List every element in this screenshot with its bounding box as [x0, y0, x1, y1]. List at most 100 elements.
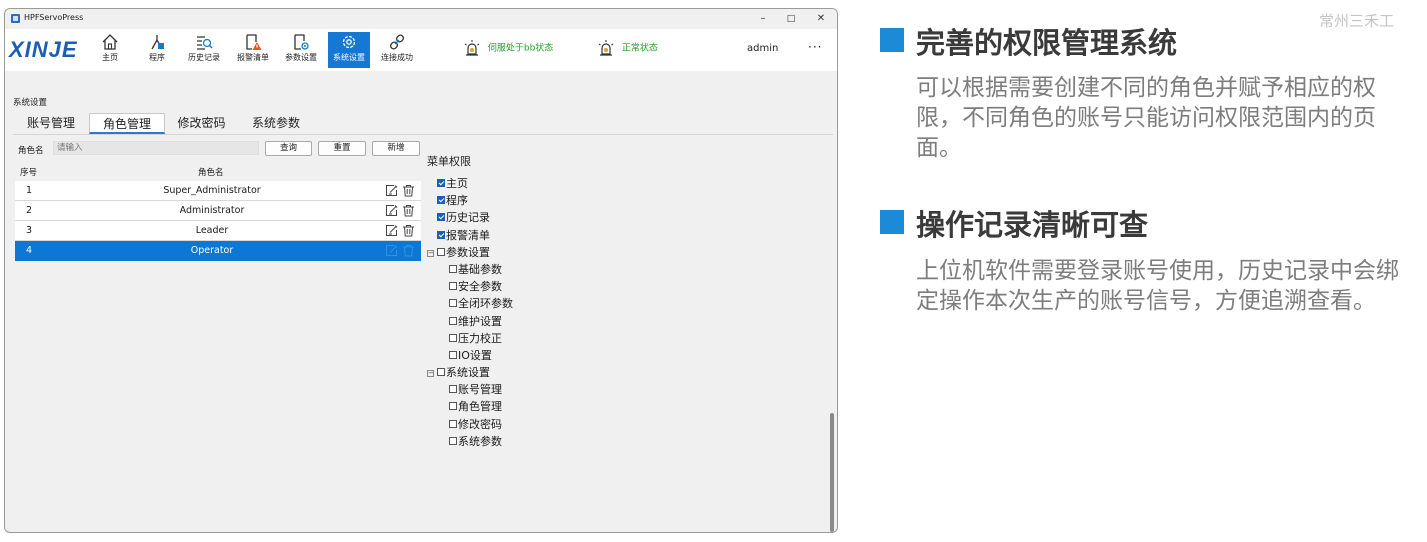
row-role-name: Super_Administrator [163, 185, 261, 196]
tab-change-password[interactable]: 修改密码 [165, 113, 238, 134]
checkbox[interactable] [437, 368, 445, 377]
checkbox[interactable] [449, 316, 457, 325]
toolbar: XINJE 主页 程序 历史记录 报警清单 参数设置 系统设置 连接成功 伺服处… [5, 29, 837, 71]
perm-label: 修改密码 [458, 417, 502, 431]
checkbox[interactable] [449, 282, 457, 291]
minimize-button[interactable]: – [749, 11, 777, 27]
perm-label: 报警清单 [446, 228, 490, 242]
perm-item-alarm-list[interactable]: 报警清单 [427, 227, 727, 244]
delete-icon[interactable] [402, 184, 415, 197]
perm-item-closed-loop-params[interactable]: 全闭环参数 [427, 295, 727, 312]
edit-icon[interactable] [385, 244, 398, 257]
row-actions [385, 244, 419, 257]
table-row-selected[interactable]: 4 Operator [15, 241, 421, 261]
tab-system-parameters[interactable]: 系统参数 [238, 113, 314, 134]
delete-icon[interactable] [402, 224, 415, 237]
role-name-label: 角色名 [18, 146, 44, 156]
servo-beacon-icon [464, 40, 480, 56]
delete-icon[interactable] [402, 244, 415, 257]
reset-button[interactable]: 重置 [318, 141, 366, 156]
perm-item-home[interactable]: 主页 [427, 175, 727, 192]
perm-group-parameters[interactable]: − 参数设置 [427, 244, 727, 261]
table-row[interactable]: 3 Leader [15, 221, 421, 241]
checkbox[interactable] [449, 333, 457, 342]
add-role-button[interactable]: 新增 [372, 141, 420, 156]
perm-label: 维护设置 [458, 314, 502, 328]
current-user[interactable]: admin [747, 43, 778, 54]
toolbar-system-settings-label: 系统设置 [333, 53, 365, 62]
perm-item-safety-params[interactable]: 安全参数 [427, 278, 727, 295]
machine-status-text: 正常状态 [621, 43, 658, 54]
toolbar-history-label: 历史记录 [188, 53, 220, 62]
toolbar-system-settings-button[interactable]: 系统设置 [328, 32, 370, 68]
checkbox[interactable] [449, 264, 457, 273]
vertical-scrollbar[interactable] [830, 413, 834, 532]
checkbox[interactable] [437, 247, 445, 256]
perm-item-program[interactable]: 程序 [427, 192, 727, 209]
perm-item-pressure-calibration[interactable]: 压力校正 [427, 330, 727, 347]
role-name-input[interactable] [53, 141, 259, 155]
perm-group-system-settings[interactable]: − 系统设置 [427, 364, 727, 381]
toolbar-history-button[interactable]: 历史记录 [183, 32, 225, 68]
perm-item-basic-params[interactable]: 基础参数 [427, 261, 727, 278]
app-window: HPFServoPress – □ ✕ XINJE 主页 程序 历史记录 报警清… [4, 8, 838, 533]
perm-item-system-params[interactable]: 系统参数 [427, 433, 727, 450]
checkbox-checked[interactable] [437, 179, 445, 187]
checkbox[interactable] [449, 402, 457, 411]
checkbox[interactable] [449, 385, 457, 394]
perm-label: 全闭环参数 [458, 297, 513, 311]
perm-label: 程序 [446, 194, 468, 208]
tab-role-management[interactable]: 角色管理 [89, 113, 165, 134]
checkbox[interactable] [449, 436, 457, 445]
perm-label: 角色管理 [458, 400, 502, 414]
close-button[interactable]: ✕ [807, 11, 835, 27]
section-body-operation-records: 上位机软件需要登录账号使用，历史记录中会绑定操作本次生产的账号信号，方便追溯查看… [916, 258, 1399, 314]
checkbox[interactable] [449, 350, 457, 359]
table-row[interactable]: 2 Administrator [15, 201, 421, 221]
app-icon [11, 14, 20, 23]
edit-icon[interactable] [385, 184, 398, 197]
edit-icon[interactable] [385, 224, 398, 237]
tab-account-management[interactable]: 账号管理 [13, 113, 89, 134]
perm-item-history[interactable]: 历史记录 [427, 209, 727, 226]
checkbox-checked[interactable] [437, 213, 445, 222]
toolbar-program-button[interactable]: 程序 [136, 32, 178, 68]
perm-label: IO设置 [458, 348, 492, 362]
perm-label: 历史记录 [446, 211, 490, 225]
perm-item-io-settings[interactable]: IO设置 [427, 347, 727, 364]
perm-label: 主页 [446, 177, 468, 190]
checkbox-checked[interactable] [437, 230, 445, 239]
column-header-no: 序号 [20, 168, 38, 178]
machine-status: 正常状态 [597, 39, 658, 59]
checkbox-checked[interactable] [437, 196, 445, 205]
toolbar-home-button[interactable]: 主页 [89, 32, 131, 68]
checkbox[interactable] [449, 299, 457, 308]
maximize-button[interactable]: □ [777, 11, 805, 27]
delete-icon[interactable] [402, 204, 415, 217]
toolbar-connection-button[interactable]: 连接成功 [376, 32, 418, 68]
perm-label: 安全参数 [458, 280, 502, 294]
more-menu-button[interactable]: ··· [808, 40, 822, 54]
table-row[interactable]: 1 Super_Administrator [15, 181, 421, 201]
perm-item-role-management[interactable]: 角色管理 [427, 398, 727, 415]
row-actions [385, 204, 419, 217]
toolbar-connection-label: 连接成功 [381, 53, 413, 62]
perm-item-change-password[interactable]: 修改密码 [427, 416, 727, 433]
checkbox[interactable] [449, 419, 457, 428]
perm-item-maintenance[interactable]: 维护设置 [427, 313, 727, 330]
row-actions [385, 224, 419, 237]
heading-square-icon [880, 28, 904, 52]
edit-icon[interactable] [385, 204, 398, 217]
perm-item-account-management[interactable]: 账号管理 [427, 381, 727, 398]
row-role-name: Administrator [179, 205, 245, 216]
role-table: 序号 角色名 1 Super_Administrator 2 Administr… [15, 163, 421, 261]
home-icon [102, 34, 118, 50]
collapse-toggle-icon[interactable]: − [427, 249, 434, 257]
xinje-logo: XINJE [9, 37, 78, 62]
toolbar-alarm-button[interactable]: 报警清单 [232, 32, 274, 68]
toolbar-parameter-button[interactable]: 参数设置 [280, 32, 322, 68]
row-no: 3 [26, 225, 33, 236]
collapse-toggle-icon[interactable]: − [427, 370, 434, 378]
toolbar-home-label: 主页 [102, 53, 118, 62]
query-button[interactable]: 查询 [265, 141, 312, 156]
